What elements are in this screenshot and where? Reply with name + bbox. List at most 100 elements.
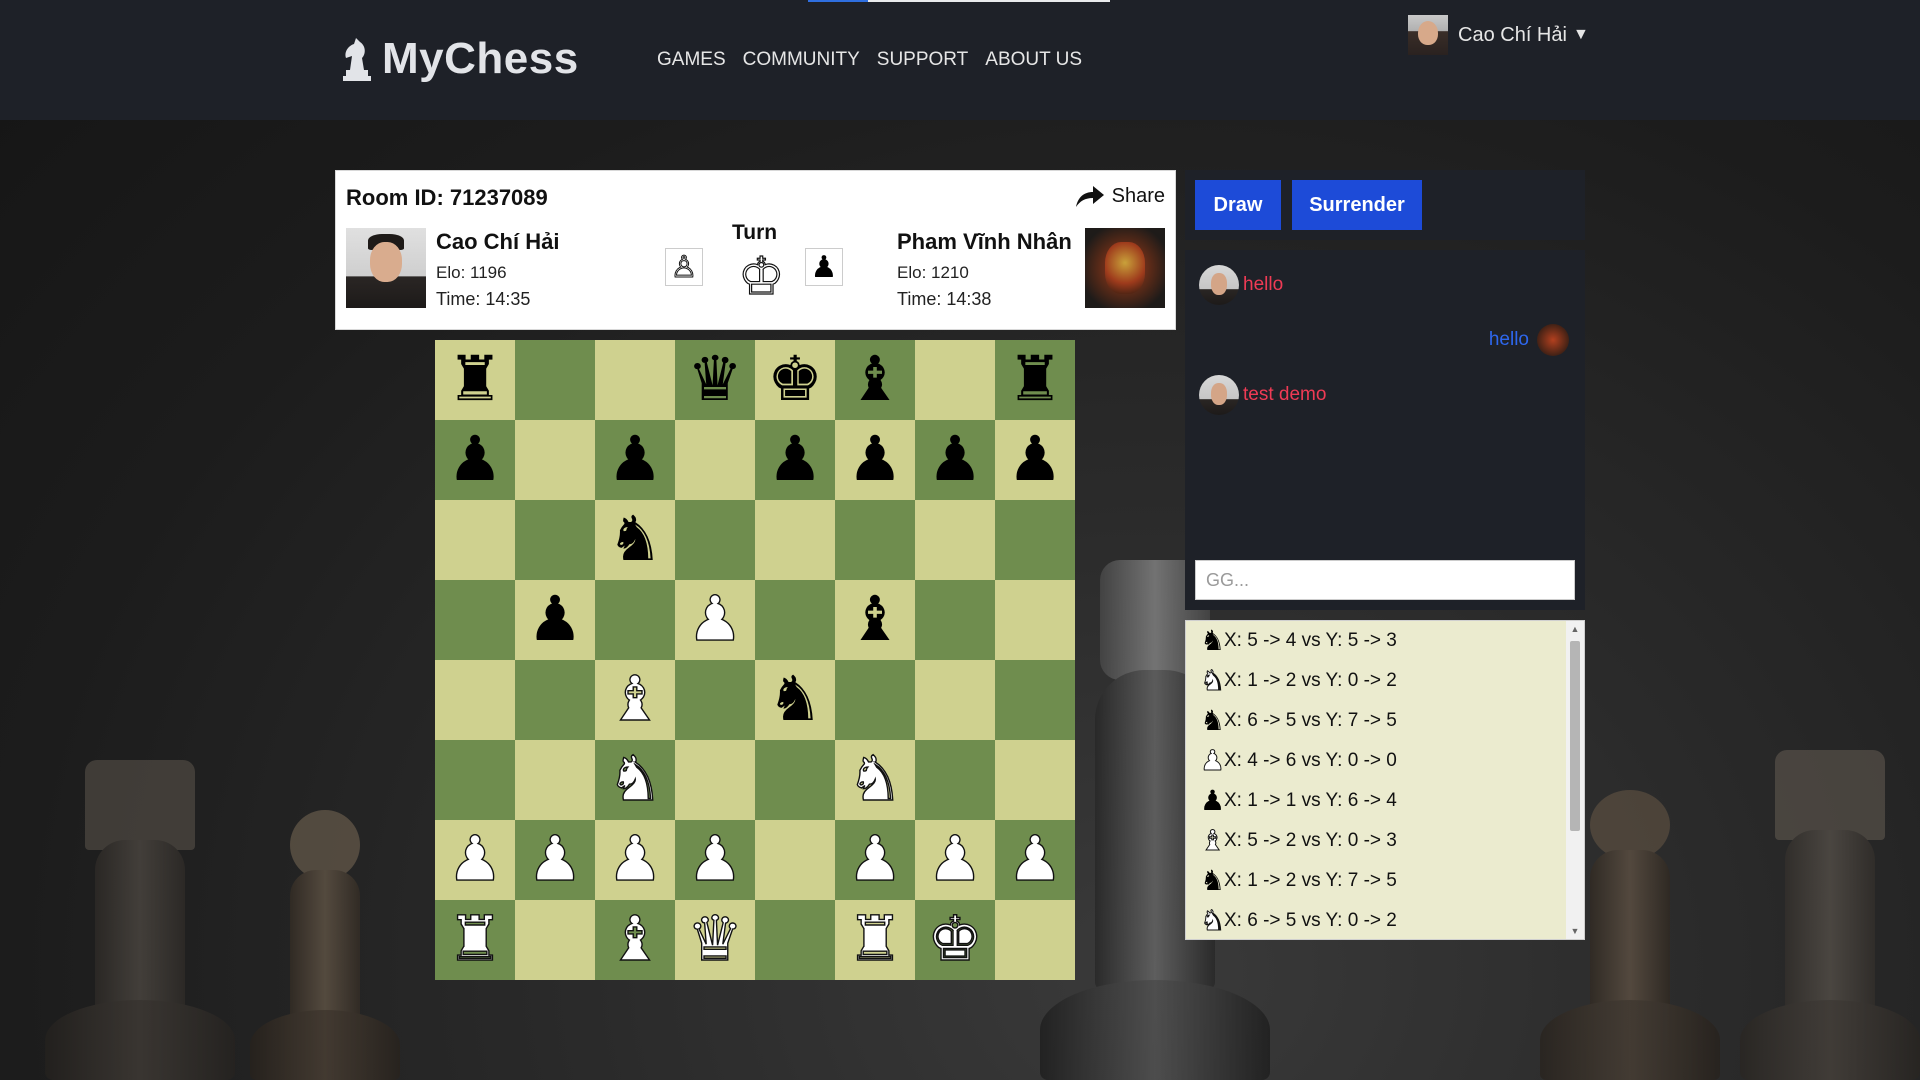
board-square[interactable]: ♟	[515, 820, 595, 900]
board-square[interactable]	[435, 660, 515, 740]
board-square[interactable]	[515, 340, 595, 420]
nav-support[interactable]: SUPPORT	[877, 49, 969, 71]
board-square[interactable]	[435, 580, 515, 660]
black-bishop-icon[interactable]: ♝	[847, 340, 903, 420]
board-square[interactable]: ♟	[755, 420, 835, 500]
user-menu[interactable]: Cao Chí Hải ▼	[1408, 15, 1589, 55]
nav-games[interactable]: GAMES	[657, 49, 726, 71]
board-square[interactable]	[835, 660, 915, 740]
board-square[interactable]	[755, 900, 835, 980]
black-knight-icon[interactable]: ♞	[767, 660, 823, 740]
white-pawn-icon[interactable]: ♟	[687, 820, 744, 900]
black-rook-icon[interactable]: ♜	[447, 340, 503, 420]
white-pawn-icon[interactable]: ♟	[927, 820, 984, 900]
board-square[interactable]: ♜	[995, 340, 1075, 420]
white-knight-icon[interactable]: ♞	[847, 740, 904, 820]
black-rook-icon[interactable]: ♜	[1007, 340, 1063, 420]
board-square[interactable]: ♞	[835, 740, 915, 820]
board-square[interactable]: ♟	[915, 820, 995, 900]
white-queen-icon[interactable]: ♛	[687, 900, 744, 980]
black-queen-icon[interactable]: ♛	[687, 340, 743, 420]
black-bishop-icon[interactable]: ♝	[847, 580, 903, 660]
board-square[interactable]	[595, 340, 675, 420]
board-square[interactable]	[755, 580, 835, 660]
nav-about-us[interactable]: ABOUT US	[985, 49, 1082, 71]
chat-input[interactable]	[1195, 560, 1575, 600]
board-square[interactable]	[755, 500, 835, 580]
board-square[interactable]: ♟	[435, 420, 515, 500]
black-pawn-icon[interactable]: ♟	[607, 420, 663, 500]
draw-button[interactable]: Draw	[1195, 180, 1281, 230]
black-pawn-icon[interactable]: ♟	[447, 420, 503, 500]
board-square[interactable]	[595, 580, 675, 660]
board-square[interactable]	[755, 820, 835, 900]
board-square[interactable]: ♚	[915, 900, 995, 980]
scrollbar[interactable]: ▲ ▼	[1566, 621, 1584, 939]
board-square[interactable]	[755, 740, 835, 820]
board-square[interactable]: ♟	[835, 820, 915, 900]
board-square[interactable]	[915, 740, 995, 820]
board-square[interactable]	[995, 740, 1075, 820]
board-square[interactable]	[435, 740, 515, 820]
board-square[interactable]: ♛	[675, 340, 755, 420]
board-square[interactable]: ♟	[595, 420, 675, 500]
board-square[interactable]: ♟	[915, 420, 995, 500]
black-knight-icon[interactable]: ♞	[607, 500, 663, 580]
black-king-icon[interactable]: ♚	[767, 340, 823, 420]
white-bishop-icon[interactable]: ♝	[607, 900, 664, 980]
white-pawn-icon[interactable]: ♟	[687, 580, 744, 660]
board-square[interactable]: ♜	[435, 340, 515, 420]
scroll-down-icon[interactable]: ▼	[1566, 923, 1584, 939]
board-square[interactable]	[995, 500, 1075, 580]
white-knight-icon[interactable]: ♞	[607, 740, 664, 820]
black-pawn-icon[interactable]: ♟	[1007, 420, 1063, 500]
white-pawn-icon[interactable]: ♟	[607, 820, 664, 900]
board-square[interactable]	[995, 900, 1075, 980]
white-rook-icon[interactable]: ♜	[447, 900, 504, 980]
board-square[interactable]: ♝	[835, 580, 915, 660]
board-square[interactable]	[675, 660, 755, 740]
board-square[interactable]	[915, 660, 995, 740]
white-pawn-icon[interactable]: ♟	[447, 820, 504, 900]
brand-logo[interactable]: MyChess	[340, 34, 579, 84]
board-square[interactable]	[515, 740, 595, 820]
black-pawn-icon[interactable]: ♟	[847, 420, 903, 500]
board-square[interactable]	[915, 340, 995, 420]
board-square[interactable]	[915, 500, 995, 580]
share-button[interactable]: Share	[1074, 183, 1165, 209]
board-square[interactable]	[995, 580, 1075, 660]
board-square[interactable]: ♝	[595, 900, 675, 980]
board-square[interactable]	[995, 660, 1075, 740]
board-square[interactable]: ♞	[595, 740, 675, 820]
board-square[interactable]: ♞	[595, 500, 675, 580]
scroll-thumb[interactable]	[1570, 641, 1580, 831]
board-square[interactable]	[515, 660, 595, 740]
black-pawn-icon[interactable]: ♟	[527, 580, 583, 660]
white-pawn-icon[interactable]: ♟	[847, 820, 904, 900]
board-square[interactable]: ♝	[595, 660, 675, 740]
scroll-up-icon[interactable]: ▲	[1566, 621, 1584, 637]
white-king-icon[interactable]: ♚	[927, 900, 984, 980]
white-pawn-icon[interactable]: ♟	[527, 820, 584, 900]
board-square[interactable]: ♟	[675, 820, 755, 900]
surrender-button[interactable]: Surrender	[1292, 180, 1422, 230]
board-square[interactable]	[515, 500, 595, 580]
board-square[interactable]	[675, 500, 755, 580]
board-square[interactable]: ♜	[435, 900, 515, 980]
board-square[interactable]	[915, 580, 995, 660]
board-square[interactable]	[675, 420, 755, 500]
board-square[interactable]: ♟	[995, 820, 1075, 900]
white-pawn-icon[interactable]: ♟	[1007, 820, 1064, 900]
black-pawn-icon[interactable]: ♟	[927, 420, 983, 500]
board-square[interactable]: ♚	[755, 340, 835, 420]
black-pawn-icon[interactable]: ♟	[767, 420, 823, 500]
board-square[interactable]	[515, 900, 595, 980]
nav-community[interactable]: COMMUNITY	[743, 49, 860, 71]
white-rook-icon[interactable]: ♜	[847, 900, 904, 980]
board-square[interactable]: ♟	[675, 580, 755, 660]
board-square[interactable]: ♜	[835, 900, 915, 980]
board-square[interactable]: ♝	[835, 340, 915, 420]
board-square[interactable]: ♟	[435, 820, 515, 900]
board-square[interactable]: ♟	[995, 420, 1075, 500]
board-square[interactable]: ♟	[835, 420, 915, 500]
